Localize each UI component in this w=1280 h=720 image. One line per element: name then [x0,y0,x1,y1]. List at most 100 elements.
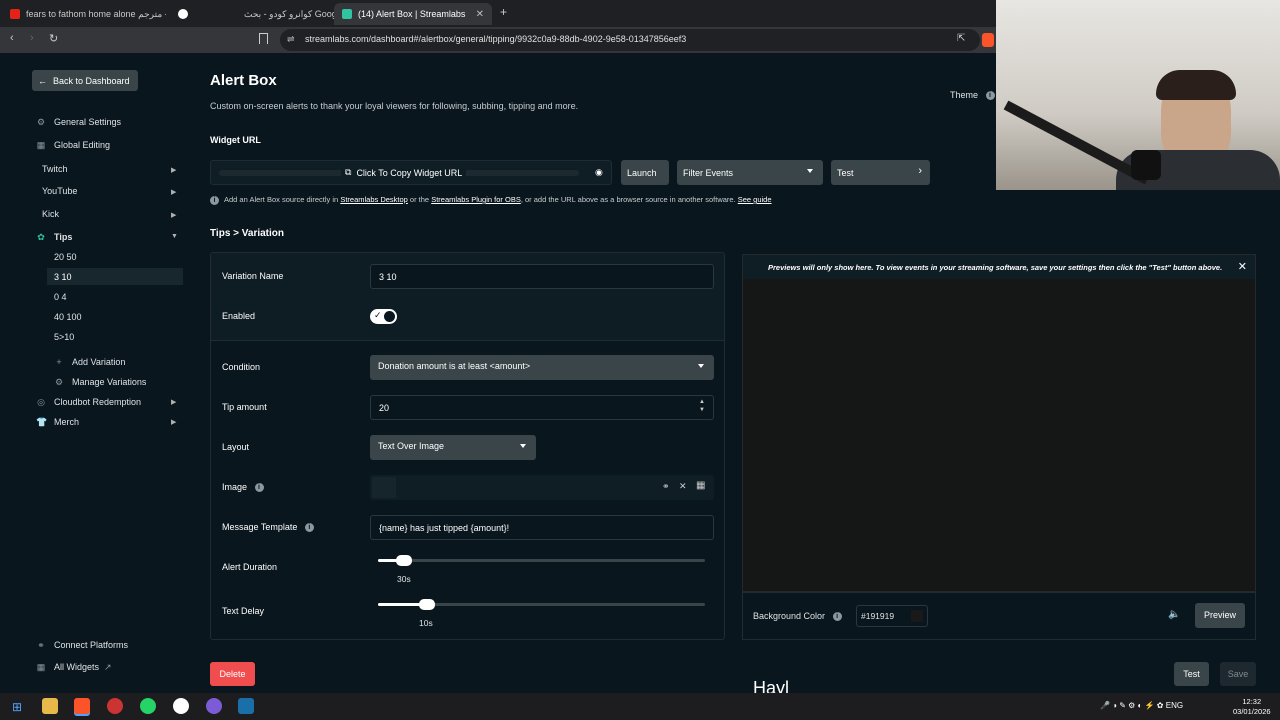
test-button[interactable]: Test [1174,662,1209,686]
tip-amount-input[interactable]: 20 ▲ ▼ [370,395,714,420]
sidebar-item-tips[interactable]: ✿ Tips [36,230,72,244]
plus-icon: + [56,357,62,367]
back-to-dashboard-button[interactable]: ← Back to Dashboard [32,70,138,91]
chevron-right-icon: ▶ [171,167,177,174]
info-icon[interactable]: i [304,523,314,533]
info-icon[interactable]: i [254,483,264,493]
background-color-input[interactable]: #191919 [856,605,928,627]
sidebar-item-general-settings[interactable]: ⚙ General Settings [36,115,121,129]
color-swatch[interactable] [911,610,923,622]
sidebar-item-cloudbot[interactable]: ◎ Cloudbot Redemption [36,395,141,409]
image-picker[interactable]: ⚭ ✕ ▦ [370,475,714,500]
message-template-input[interactable]: {name} has just tipped {amount}! [370,515,714,540]
number-stepper-icon[interactable]: ▲ ▼ [699,398,705,414]
browser-tab[interactable]: كوانرو كودو - بحث Google [170,3,344,25]
delete-button[interactable]: Delete [210,662,255,686]
close-icon[interactable]: ✕ [1238,260,1247,273]
new-tab-button[interactable]: + [500,5,507,19]
close-icon[interactable]: ✕ [679,481,687,492]
windows-start-icon[interactable]: ⊞ [12,700,22,714]
widget-url-field[interactable]: ⧉ Click To Copy Widget URL ◉ [210,160,612,185]
slider-handle[interactable] [419,599,436,610]
sidebar-item-merch[interactable]: 👕 Merch [36,415,79,429]
test-dropdown-button[interactable]: Test › [831,160,930,185]
tip-variation-item[interactable]: 20 50 [47,248,183,265]
condition-select[interactable]: Donation amount is at least <amount> [370,355,714,380]
forward-arrow-icon[interactable]: › [30,32,34,44]
steam-icon[interactable] [238,698,254,714]
sidebar-item-all-widgets[interactable]: ▦ All Widgets ↗ [36,660,112,674]
bookmark-icon[interactable] [259,33,268,44]
theme-text: Theme [950,90,979,100]
app-icon[interactable] [107,698,123,714]
obs-icon[interactable] [173,698,189,714]
enabled-toggle[interactable]: ✓ [370,309,397,324]
address-bar[interactable]: ⇌ streamlabs.com/dashboard#/alertbox/gen… [280,29,980,51]
save-button[interactable]: Save [1220,662,1256,686]
sidebar-item-label: Tips [54,232,73,242]
chevron-down-icon [520,444,526,448]
sidebar-item-label: General Settings [54,117,122,127]
system-tray[interactable]: 🎤 ◑ ✎ ⚙ ◐ ⚡ ✿ ENG [1100,701,1183,710]
brave-shield-icon[interactable] [982,33,994,47]
gallery-icon[interactable]: ▦ [696,480,705,491]
obs-plugin-link[interactable]: Streamlabs Plugin for OBS [431,195,521,204]
layout-select[interactable]: Text Over Image [370,435,536,460]
toggle-knob [384,311,395,322]
text-delay-slider[interactable] [378,599,705,610]
sidebar-item-connect-platforms[interactable]: ⚭ Connect Platforms [36,638,128,652]
app-icon[interactable] [206,698,222,714]
close-tab-icon[interactable]: ✕ [476,9,484,20]
back-arrow-icon[interactable]: ‹ [10,32,14,44]
sidebar-item-label: Global Editing [54,140,111,150]
whatsapp-icon[interactable] [140,698,156,714]
sidebar-item-label: All Widgets [54,662,100,672]
streamlabs-icon [342,9,352,19]
sidebar-item-global-editing[interactable]: ▦ Global Editing [36,138,110,152]
share-icon[interactable]: ⇱ [957,33,965,44]
reload-icon[interactable]: ↻ [49,32,58,45]
launch-button[interactable]: Launch [621,160,669,185]
link-icon: ⚭ [37,639,45,650]
chevron-down-icon [698,364,704,368]
tip-variation-item[interactable]: 5>10 [47,328,183,345]
volume-icon[interactable]: 🔈 [1168,609,1180,620]
sidebar-item-youtube[interactable]: YouTube [42,186,77,196]
preview-notice: Previews will only show here. To view ev… [768,263,1223,272]
preview-button[interactable]: Preview [1195,603,1245,628]
system-clock[interactable]: 12:32 03/01/2026 [1233,697,1271,717]
link-icon[interactable]: ⚭ [662,481,670,492]
alert-duration-slider[interactable] [378,555,705,566]
add-variation-button[interactable]: + Add Variation [54,355,125,369]
brave-browser-icon[interactable] [74,698,90,714]
tab-title: fears to fathom home alone مترجم - Y [26,8,166,19]
browser-tab-active[interactable]: (14) Alert Box | Streamlabs ✕ [334,3,492,25]
language-indicator[interactable]: ENG [1166,701,1183,710]
google-icon [178,9,188,19]
browser-tab[interactable]: fears to fathom home alone مترجم - Y [2,3,167,25]
info-icon[interactable]: i [985,91,995,101]
tip-variation-item-active[interactable]: 3 10 [47,268,183,285]
see-guide-link[interactable]: See guide [738,195,772,204]
alert-duration-label: Alert Duration [222,562,278,572]
sidebar-item-kick[interactable]: Kick [42,209,59,219]
manage-variations-button[interactable]: ⚙ Manage Variations [54,375,146,389]
tip-variation-item[interactable]: 0 4 [47,288,183,305]
sidebar-item-label: Add Variation [72,357,126,367]
youtube-icon [10,9,20,19]
widget-url-label: Widget URL [210,135,261,145]
slider-handle[interactable] [396,555,413,566]
page-title: Alert Box [210,72,277,89]
variation-name-input[interactable]: 3 10 [370,264,714,289]
info-icon[interactable]: i [832,612,842,622]
site-info-icon[interactable]: ⇌ [287,34,295,45]
streamlabs-desktop-link[interactable]: Streamlabs Desktop [340,195,408,204]
tip-variation-item[interactable]: 40 100 [47,308,183,325]
file-explorer-icon[interactable] [42,698,58,714]
copy-widget-url-button[interactable]: ⧉ Click To Copy Widget URL [341,167,467,178]
filter-events-select[interactable]: Filter Events [677,160,823,185]
eye-icon[interactable]: ◉ [595,167,603,178]
url-text: streamlabs.com/dashboard#/alertbox/gener… [305,34,687,44]
sidebar-item-twitch[interactable]: Twitch [42,164,68,174]
info-text-part: or the [407,195,432,204]
